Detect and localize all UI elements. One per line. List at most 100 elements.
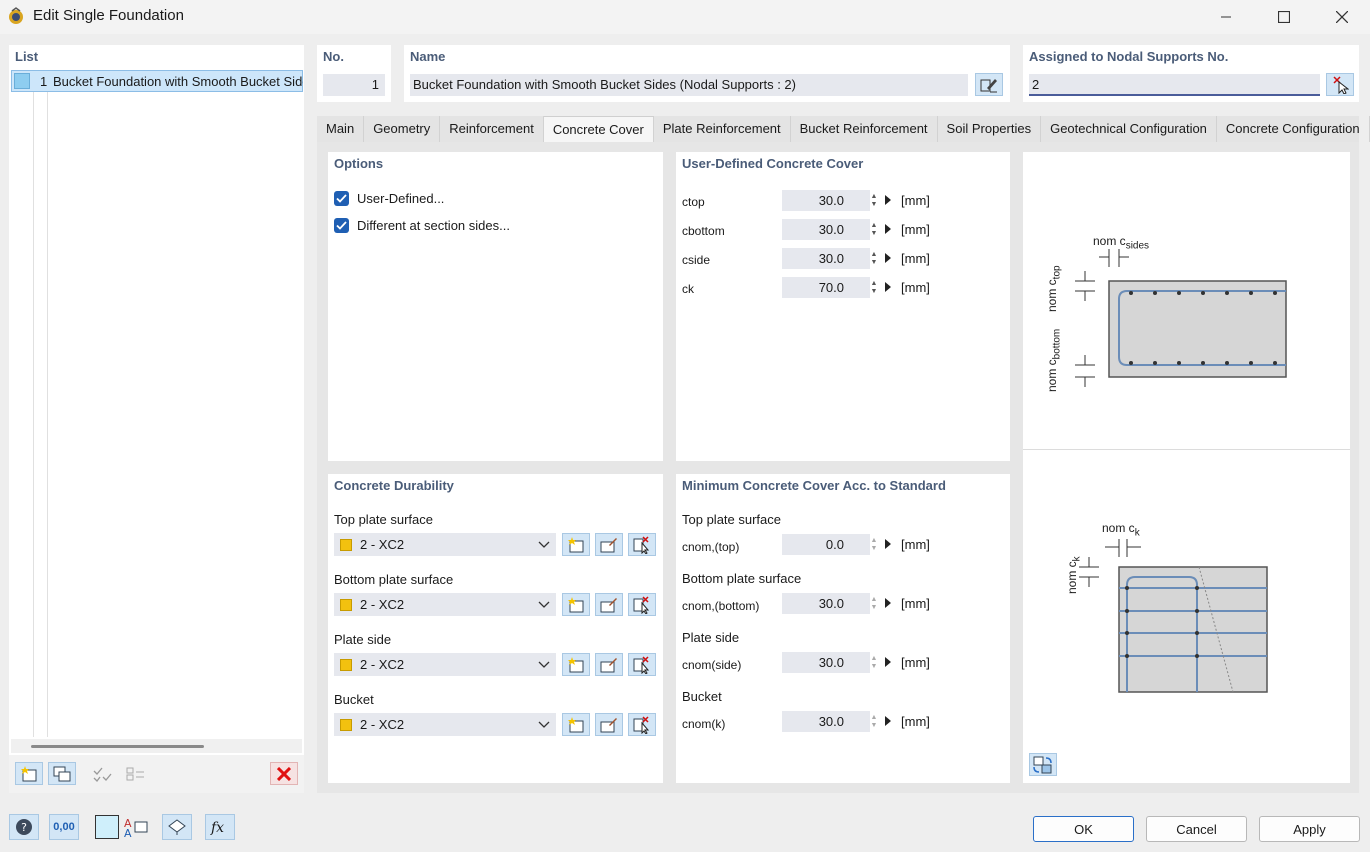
- material-swatch: [340, 538, 352, 551]
- tab-bucket-reinforcement[interactable]: Bucket Reinforcement: [791, 116, 938, 142]
- name-field[interactable]: Bucket Foundation with Smooth Bucket Sid…: [410, 74, 968, 96]
- pick-durability-button[interactable]: [628, 533, 656, 556]
- name-label: Name: [410, 49, 446, 64]
- cside-input[interactable]: 30.0: [782, 248, 870, 269]
- ctop-spinner[interactable]: ▲ ▼: [869, 190, 879, 211]
- tab-concrete-cover[interactable]: Concrete Cover: [543, 116, 654, 142]
- cancel-button[interactable]: Cancel: [1146, 816, 1247, 842]
- min-bucket-spinner: ▲ ▼: [870, 713, 878, 729]
- bottom-cover-label: nom cbottom: [1045, 328, 1063, 392]
- check-all-button[interactable]: [89, 762, 117, 785]
- app-logo-icon: [9, 7, 23, 24]
- edit-durability-button[interactable]: [595, 653, 623, 676]
- ctop-arrow-icon[interactable]: [885, 195, 891, 205]
- min-bucket-value: 30.0: [782, 711, 870, 732]
- new-item-button[interactable]: [15, 762, 43, 785]
- number-field[interactable]: 1: [323, 74, 385, 96]
- cbottom-input[interactable]: 30.0: [782, 219, 870, 240]
- minimize-button[interactable]: [1198, 0, 1254, 34]
- options-title: Options: [334, 156, 384, 171]
- assigned-supports-input[interactable]: 2: [1029, 74, 1320, 96]
- swap-view-icon: [1033, 756, 1052, 773]
- min-bucket-arrow-icon[interactable]: [885, 716, 891, 726]
- new-durability-button[interactable]: [562, 533, 590, 556]
- bucket-select[interactable]: 2 - XC2: [334, 713, 556, 736]
- edit-durability-button[interactable]: [595, 533, 623, 556]
- cbottom-arrow-icon[interactable]: [885, 224, 891, 234]
- chevron-down-icon: [538, 541, 550, 548]
- tab-reinforcement[interactable]: Reinforcement: [440, 116, 544, 142]
- scrollbar-thumb[interactable]: [31, 745, 204, 748]
- new-durability-button[interactable]: [562, 713, 590, 736]
- formula-button[interactable]: fx: [205, 814, 235, 840]
- tab-geometry[interactable]: Geometry: [364, 116, 441, 142]
- edit-durability-button[interactable]: [595, 713, 623, 736]
- list-panel: List 1 Bucket Foundation with Smooth Buc…: [9, 45, 304, 793]
- cside-spinner[interactable]: ▲ ▼: [869, 248, 879, 269]
- number-panel: No. 1: [317, 45, 391, 102]
- swap-diagram-button[interactable]: [1029, 753, 1057, 776]
- user-defined-checkbox[interactable]: [334, 191, 349, 206]
- cbottom-spinner[interactable]: ▲ ▼: [869, 219, 879, 240]
- text-format-button[interactable]: AA: [120, 814, 150, 840]
- help-button[interactable]: ?: [9, 814, 39, 840]
- maximize-button[interactable]: [1256, 0, 1312, 34]
- ctop-input[interactable]: 30.0: [782, 190, 870, 211]
- different-sides-option[interactable]: Different at section sides...: [334, 218, 510, 233]
- delete-item-button[interactable]: [270, 762, 298, 785]
- edit-durability-button[interactable]: [595, 593, 623, 616]
- list-item[interactable]: 1 Bucket Foundation with Smooth Bucket S…: [11, 70, 303, 92]
- bucket-label: Bucket: [334, 692, 374, 707]
- ck-cover-label: nom ck: [1102, 521, 1140, 539]
- pick-durability-button[interactable]: [628, 653, 656, 676]
- ck-spinner[interactable]: ▲ ▼: [869, 277, 879, 298]
- tab-main[interactable]: Main: [317, 116, 365, 142]
- uncheck-button[interactable]: [122, 762, 150, 785]
- tab-geotechnical-configuration[interactable]: Geotechnical Configuration: [1041, 116, 1217, 142]
- top-cover-label: nom ctop: [1045, 265, 1063, 312]
- copy-item-button[interactable]: [48, 762, 76, 785]
- units-value: 0,00: [53, 821, 75, 833]
- tab-soil-properties[interactable]: Soil Properties: [938, 116, 1042, 142]
- min-top-unit: [mm]: [901, 537, 930, 552]
- copy-item-icon: [53, 766, 71, 781]
- apply-button[interactable]: Apply: [1259, 816, 1360, 842]
- new-item-icon: [568, 596, 584, 612]
- tab-concrete-configuration[interactable]: Concrete Configuration: [1217, 116, 1370, 142]
- color-toggle-button[interactable]: [92, 814, 122, 840]
- min-side-spinner: ▲ ▼: [870, 654, 878, 670]
- user-defined-option[interactable]: User-Defined...: [334, 191, 444, 206]
- ck-input[interactable]: 70.0: [782, 277, 870, 298]
- horizontal-scrollbar[interactable]: [11, 739, 302, 753]
- min-bottom-value: 30.0: [782, 593, 870, 614]
- pick-cursor-icon: [633, 535, 650, 554]
- chevron-down-icon: [538, 601, 550, 608]
- pick-durability-button[interactable]: [628, 593, 656, 616]
- sides-cover-label: nom csides: [1093, 234, 1150, 252]
- chevron-down-icon: [538, 661, 550, 668]
- min-bottom-arrow-icon[interactable]: [885, 598, 891, 608]
- top-plate-select[interactable]: 2 - XC2: [334, 533, 556, 556]
- tab-plate-reinforcement[interactable]: Plate Reinforcement: [654, 116, 791, 142]
- min-side-arrow-icon[interactable]: [885, 657, 891, 667]
- new-durability-button[interactable]: [562, 593, 590, 616]
- different-sides-checkbox[interactable]: [334, 218, 349, 233]
- user-cover-title: User-Defined Concrete Cover: [682, 156, 864, 171]
- view-button[interactable]: [162, 814, 192, 840]
- cbottom-label: cbottom: [682, 224, 725, 238]
- ctop-label: ctop: [682, 195, 705, 209]
- bucket-section-diagram: [1079, 539, 1268, 693]
- ck-arrow-icon[interactable]: [885, 282, 891, 292]
- pick-supports-button[interactable]: [1326, 73, 1354, 96]
- min-top-arrow-icon[interactable]: [885, 539, 891, 549]
- ok-button[interactable]: OK: [1033, 816, 1134, 842]
- units-button[interactable]: 0,00: [49, 814, 79, 840]
- pick-durability-button[interactable]: [628, 713, 656, 736]
- edit-name-icon: [980, 78, 997, 92]
- cside-arrow-icon[interactable]: [885, 253, 891, 263]
- close-window-button[interactable]: [1314, 0, 1370, 34]
- edit-name-button[interactable]: [975, 73, 1003, 96]
- bottom-plate-select[interactable]: 2 - XC2: [334, 593, 556, 616]
- plate-side-select[interactable]: 2 - XC2: [334, 653, 556, 676]
- new-durability-button[interactable]: [562, 653, 590, 676]
